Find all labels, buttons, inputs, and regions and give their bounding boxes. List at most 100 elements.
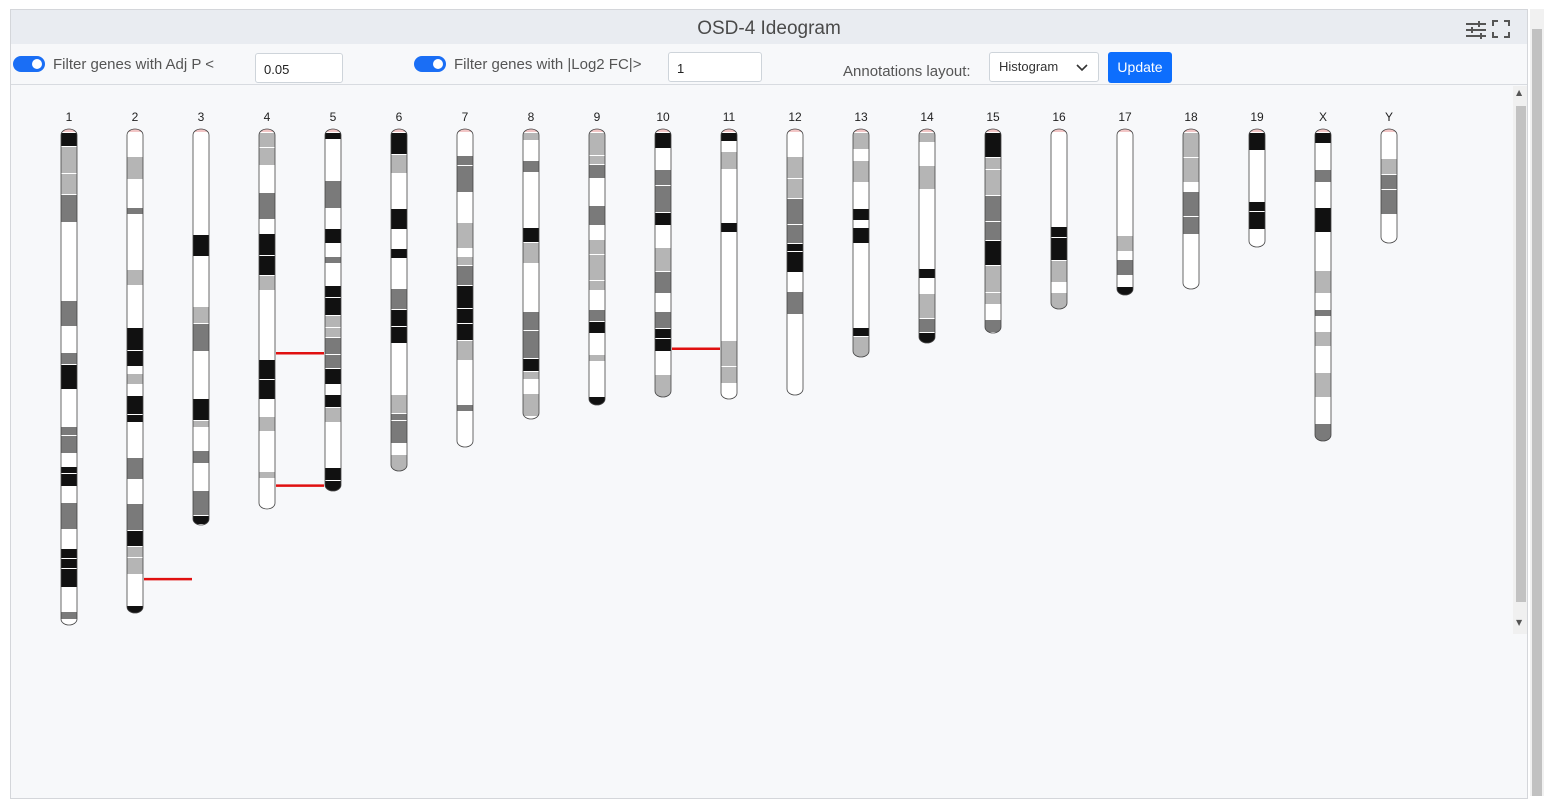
cytoband bbox=[589, 255, 605, 280]
chromosome-4[interactable]: 4 bbox=[258, 110, 276, 516]
cytoband bbox=[1381, 133, 1397, 158]
cytoband bbox=[655, 294, 671, 311]
cytoband bbox=[259, 309, 275, 331]
cytoband bbox=[193, 324, 209, 351]
chromosome-3[interactable]: 3 bbox=[192, 110, 210, 526]
chromosome-16[interactable]: 16 bbox=[1050, 110, 1068, 318]
cytoband bbox=[1183, 133, 1199, 157]
cytoband bbox=[655, 226, 671, 237]
cytoband bbox=[61, 279, 77, 300]
chromosome-9[interactable]: 9 bbox=[588, 110, 606, 416]
cytoband bbox=[193, 399, 209, 420]
cytoband bbox=[127, 595, 143, 605]
cytoband bbox=[721, 281, 737, 292]
cytoband bbox=[1249, 177, 1265, 201]
cytoband bbox=[721, 391, 737, 399]
chromosome-17[interactable]: 17 bbox=[1116, 110, 1134, 298]
cytoband bbox=[127, 558, 143, 574]
cytoband bbox=[919, 190, 935, 215]
chromosome-14[interactable]: 14 bbox=[918, 110, 936, 349]
cytoband bbox=[589, 387, 605, 396]
cytoband bbox=[853, 328, 869, 336]
cytoband bbox=[127, 180, 143, 207]
cytoband bbox=[193, 491, 209, 515]
page-scrollbar[interactable] bbox=[1530, 9, 1544, 796]
ideogram-scrollbar[interactable]: ▲ ▼ bbox=[1513, 86, 1527, 634]
chromosome-6[interactable]: 6 bbox=[390, 110, 408, 472]
chromosome-2[interactable]: 2 bbox=[126, 110, 144, 618]
adjp-threshold-input[interactable]: 0.05 bbox=[255, 53, 343, 83]
cytoband bbox=[853, 161, 869, 182]
cytoband bbox=[61, 559, 77, 568]
fullscreen-icon[interactable] bbox=[1492, 20, 1510, 42]
cytoband bbox=[127, 351, 143, 366]
cytoband bbox=[589, 355, 605, 361]
cytoband bbox=[391, 249, 407, 258]
cytoband bbox=[1051, 174, 1067, 200]
cytoband bbox=[853, 301, 869, 327]
chromosome-X[interactable]: X bbox=[1314, 110, 1332, 447]
cytoband bbox=[127, 504, 143, 530]
chromosome-19[interactable]: 19 bbox=[1248, 110, 1266, 256]
chromosome-8[interactable]: 8 bbox=[522, 110, 540, 432]
cytoband bbox=[325, 244, 341, 256]
cytoband bbox=[985, 320, 1001, 332]
cytoband bbox=[61, 265, 77, 278]
fc-filter-toggle[interactable] bbox=[414, 56, 446, 72]
cytoband bbox=[325, 140, 341, 146]
cytoband bbox=[523, 200, 539, 227]
cytoband bbox=[193, 428, 209, 450]
chromosome-7[interactable]: 7 bbox=[456, 110, 474, 448]
cytoband bbox=[325, 395, 341, 407]
panel-header: OSD-4 Ideogram bbox=[11, 10, 1527, 45]
cytoband bbox=[787, 315, 803, 330]
cytoband bbox=[721, 133, 737, 141]
cytoband bbox=[259, 220, 275, 233]
ideogram-scroll-thumb[interactable] bbox=[1516, 106, 1526, 602]
chromosome-1[interactable]: 1 bbox=[60, 110, 78, 640]
update-button[interactable]: Update bbox=[1108, 52, 1172, 83]
chromosome-Y[interactable]: Y bbox=[1380, 110, 1398, 246]
cytoband bbox=[721, 233, 737, 259]
cytoband bbox=[1117, 287, 1133, 295]
cytoband bbox=[127, 140, 143, 156]
page-scroll-thumb[interactable] bbox=[1532, 29, 1542, 796]
cytoband bbox=[259, 479, 275, 493]
cytoband bbox=[787, 199, 803, 224]
cytoband bbox=[325, 298, 341, 315]
adjp-filter-toggle[interactable] bbox=[13, 56, 45, 72]
cytoband bbox=[61, 474, 77, 486]
sliders-icon[interactable] bbox=[1465, 20, 1487, 44]
cytoband bbox=[589, 133, 605, 155]
scroll-down-icon[interactable]: ▼ bbox=[1516, 618, 1522, 627]
chromosome-15[interactable]: 15 bbox=[984, 110, 1002, 334]
cytoband bbox=[127, 215, 143, 240]
cytoband bbox=[787, 366, 803, 383]
cytoband bbox=[1315, 398, 1331, 423]
chromosome-11[interactable]: 11 bbox=[720, 110, 738, 409]
cytoband bbox=[61, 353, 77, 364]
layout-select[interactable]: Histogram bbox=[989, 52, 1099, 82]
cytoband bbox=[127, 241, 143, 249]
cytoband bbox=[259, 166, 275, 192]
chromosome-12[interactable]: 12 bbox=[786, 110, 804, 396]
ideogram-svg: 1 2 3 4 5 6 7 8 9 10 11 12 13 14 15 16 17 18 19 X Y bbox=[60, 110, 1398, 640]
adjp-filter-label: Filter genes with Adj P < bbox=[53, 56, 215, 73]
cytoband bbox=[127, 367, 143, 373]
cytoband bbox=[1051, 201, 1067, 226]
cytoband bbox=[1315, 233, 1331, 248]
scroll-up-icon[interactable]: ▲ bbox=[1516, 88, 1522, 97]
cytoband bbox=[1315, 271, 1331, 293]
chromosome-18[interactable]: 18 bbox=[1182, 110, 1200, 293]
cytoband bbox=[523, 312, 539, 330]
chromosome-5[interactable]: 5 bbox=[324, 110, 342, 492]
cytoband bbox=[127, 385, 143, 395]
fc-threshold-input[interactable]: 1 bbox=[668, 52, 762, 82]
cytoband bbox=[457, 156, 473, 165]
cytoband bbox=[1315, 424, 1331, 441]
cytoband bbox=[721, 223, 737, 232]
chromosome-13[interactable]: 13 bbox=[852, 110, 870, 362]
chromosome-10[interactable]: 10 bbox=[654, 110, 672, 401]
cytoband bbox=[127, 531, 143, 546]
cytoband bbox=[259, 432, 275, 451]
